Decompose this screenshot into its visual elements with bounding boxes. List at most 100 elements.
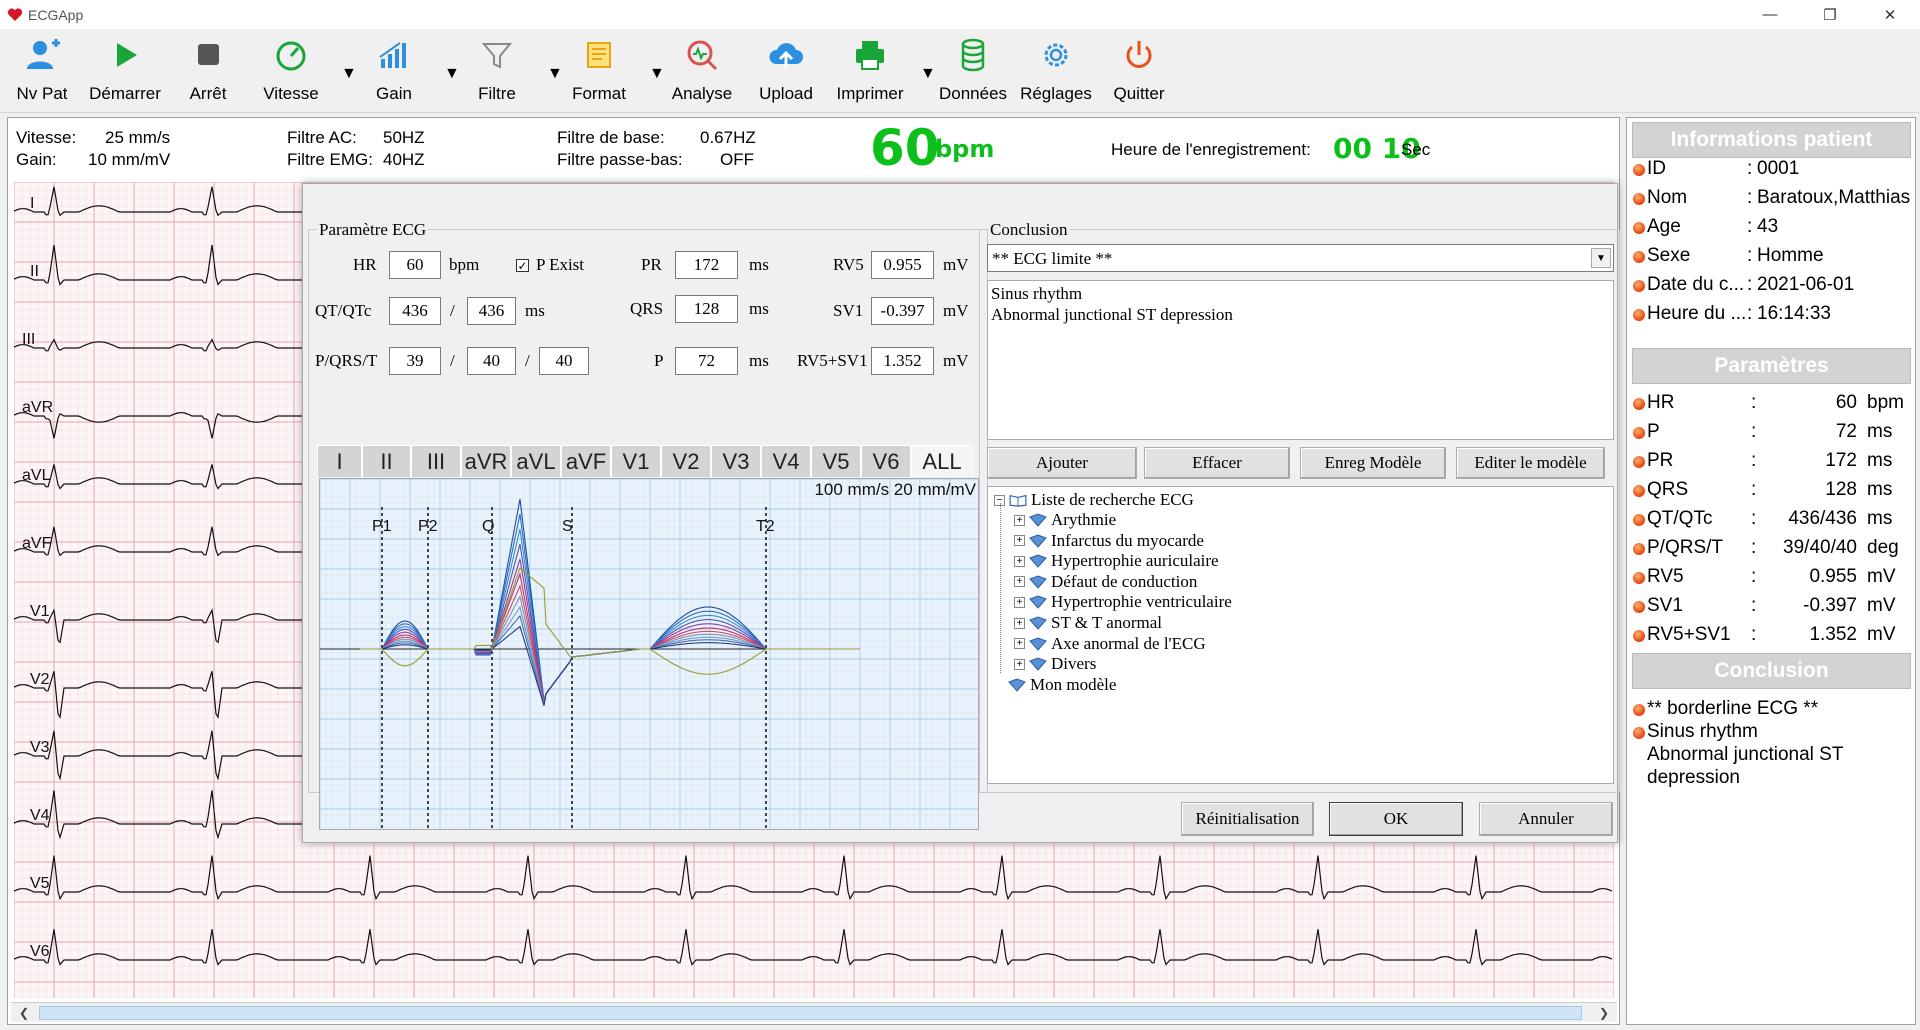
horizontal-scrollbar[interactable]: ❮ ❯ xyxy=(11,1002,1617,1022)
upload-button[interactable]: Upload xyxy=(741,35,831,111)
qrs-axis-field[interactable]: 40 xyxy=(467,347,516,375)
tab-aVF[interactable]: aVF xyxy=(561,445,611,477)
tab-aVL[interactable]: aVL xyxy=(511,445,561,477)
filter-icon xyxy=(477,35,517,75)
conclusion-combo-value: ** ECG limite ** xyxy=(992,249,1113,268)
tab-V4[interactable]: V4 xyxy=(761,445,811,477)
expand-icon[interactable]: + xyxy=(1014,596,1025,608)
scroll-left-arrow-icon[interactable]: ❮ xyxy=(13,1003,35,1023)
conclusion-group: Conclusion ** ECG limite ** ▼ Sinus rhyt… xyxy=(979,220,1620,793)
scroll-right-arrow-icon[interactable]: ❯ xyxy=(1593,1003,1615,1023)
rv5-sv1-label: RV5+SV1 xyxy=(797,351,868,370)
hr-unit: bpm xyxy=(449,255,480,274)
tree-root[interactable]: − Liste de recherche ECG xyxy=(994,489,1194,511)
lead-beat-curve xyxy=(360,513,860,702)
bullet-icon xyxy=(1633,704,1645,716)
minimize-button[interactable]: — xyxy=(1740,0,1800,29)
lead-label: V1 xyxy=(30,603,50,620)
tree-item[interactable]: + Arythmie xyxy=(1014,509,1116,531)
filtre-button[interactable]: Filtre xyxy=(452,35,542,111)
expand-icon[interactable]: + xyxy=(1014,535,1025,547)
tree-item-label: Axe anormal de l'ECG xyxy=(1051,633,1206,653)
qrs-field[interactable]: 128 xyxy=(675,295,738,323)
tab-V5[interactable]: V5 xyxy=(811,445,861,477)
donnees-button[interactable]: Données xyxy=(928,35,1018,111)
tree-item[interactable]: + Défaut de conduction xyxy=(1014,571,1197,593)
rv5-field[interactable]: 0.955 xyxy=(871,251,934,279)
conclusion-text: ** borderline ECG ** xyxy=(1647,698,1819,719)
imprimer-button[interactable]: Imprimer xyxy=(825,35,915,111)
rv5-label: RV5 xyxy=(833,255,864,274)
hr-field[interactable]: 60 xyxy=(389,251,441,279)
tab-I[interactable]: I xyxy=(317,445,362,477)
expand-icon[interactable]: + xyxy=(1014,638,1025,650)
tree-item[interactable]: + Divers xyxy=(1014,653,1096,675)
category-book-icon xyxy=(1029,554,1051,568)
tab-aVR[interactable]: aVR xyxy=(461,445,511,477)
effacer-button[interactable]: Effacer xyxy=(1144,447,1290,479)
open-book-icon xyxy=(1009,494,1027,507)
patient-row: Heure du ...:16:14:33 xyxy=(1631,301,1915,329)
tree-item[interactable]: + Hypertrophie auriculaire xyxy=(1014,550,1219,572)
expand-icon[interactable]: + xyxy=(1014,658,1025,670)
expand-icon[interactable]: + xyxy=(1014,555,1025,567)
annuler-button[interactable]: Annuler xyxy=(1479,802,1613,836)
chevron-down-icon[interactable]: ▼ xyxy=(1591,248,1611,268)
p-axis-field[interactable]: 39 xyxy=(389,347,441,375)
reglages-button[interactable]: Réglages xyxy=(1011,35,1101,111)
maximize-button[interactable]: ❐ xyxy=(1800,0,1860,29)
param-key: HR xyxy=(1647,392,1675,413)
tab-II[interactable]: II xyxy=(362,445,411,477)
param-colon: : xyxy=(1751,392,1757,413)
tree-item[interactable]: + Hypertrophie ventriculaire xyxy=(1014,591,1232,613)
tab-III[interactable]: III xyxy=(411,445,461,477)
ok-button[interactable]: OK xyxy=(1329,802,1463,836)
p-exist-checkbox[interactable]: ✓ xyxy=(516,259,529,272)
pr-field[interactable]: 172 xyxy=(675,251,738,279)
tab-ALL[interactable]: ALL xyxy=(911,445,973,477)
qtc-field[interactable]: 436 xyxy=(467,297,516,325)
param-row: RV5+SV1: 1.352 mV xyxy=(1631,622,1915,650)
gain-button[interactable]: Gain xyxy=(349,35,439,111)
tab-V3[interactable]: V3 xyxy=(711,445,761,477)
vitesse-button[interactable]: Vitesse xyxy=(246,35,336,111)
nvpat-button[interactable]: Nv Pat xyxy=(0,35,87,111)
patient-key: Date du c... xyxy=(1647,274,1745,295)
conclusion-text: depression xyxy=(1647,767,1740,788)
tab-V6[interactable]: V6 xyxy=(861,445,911,477)
param-value: 60 xyxy=(1835,392,1857,413)
close-button[interactable]: ✕ xyxy=(1860,0,1920,29)
t-axis-field[interactable]: 40 xyxy=(539,347,589,375)
editer-modele-button[interactable]: Editer le modèle xyxy=(1456,447,1605,479)
format-button[interactable]: Format xyxy=(554,35,644,111)
quitter-button[interactable]: Quitter xyxy=(1094,35,1184,111)
expand-icon[interactable]: + xyxy=(1014,617,1025,629)
rv5-sv1-field[interactable]: 1.352 xyxy=(871,347,934,375)
ajouter-button[interactable]: Ajouter xyxy=(987,447,1137,479)
tree-item[interactable]: + ST & T anormal xyxy=(1014,612,1162,634)
demarrer-button[interactable]: Démarrer xyxy=(80,35,170,111)
lead-beat-curve xyxy=(360,528,860,702)
qt-field[interactable]: 436 xyxy=(389,297,441,325)
tab-V2[interactable]: V2 xyxy=(661,445,711,477)
expand-icon[interactable]: + xyxy=(1014,576,1025,588)
title-bar: ECGApp — ❐ ✕ xyxy=(0,0,1920,29)
analyse-label: Analyse xyxy=(671,84,733,103)
tree-item[interactable]: + Axe anormal de l'ECG xyxy=(1014,633,1206,655)
conclusion-textarea[interactable]: Sinus rhythm Abnormal junctional ST depr… xyxy=(987,280,1614,440)
analyse-button[interactable]: Analyse xyxy=(657,35,747,111)
reinitialisation-button[interactable]: Réinitialisation xyxy=(1181,802,1314,836)
bullet-icon xyxy=(1633,543,1645,555)
arret-button[interactable]: Arrêt xyxy=(163,35,253,111)
p-field[interactable]: 72 xyxy=(675,347,738,375)
tree-item-model[interactable]: Mon modèle xyxy=(1008,674,1116,696)
scrollbar-thumb[interactable] xyxy=(39,1006,1582,1020)
lead-beat-curve xyxy=(360,571,860,704)
sv1-field[interactable]: -0.397 xyxy=(871,297,934,325)
enreg-modele-button[interactable]: Enreg Modèle xyxy=(1300,447,1446,479)
expand-icon[interactable]: + xyxy=(1014,514,1025,526)
tab-V1[interactable]: V1 xyxy=(611,445,661,477)
conclusion-combo[interactable]: ** ECG limite ** ▼ xyxy=(987,244,1614,272)
tree-item[interactable]: + Infarctus du myocarde xyxy=(1014,530,1204,552)
param-row: RV5: 0.955 mV xyxy=(1631,564,1915,592)
